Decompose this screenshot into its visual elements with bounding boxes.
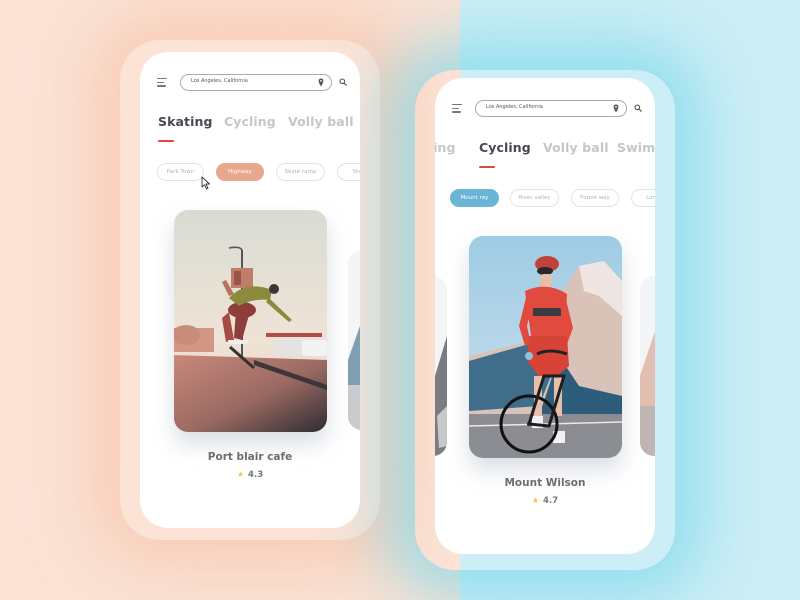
- filter-chips: Park Town Highway Skate ramp Sta: [140, 163, 360, 181]
- skater-photo: [174, 210, 327, 432]
- phone-cycling: Los Angeles, California ting Cycling Vol…: [435, 78, 655, 554]
- next-card-peek[interactable]: [348, 250, 360, 430]
- previous-card-image: [435, 276, 447, 456]
- next-card-image: [640, 276, 655, 456]
- star-icon: ★: [531, 496, 540, 505]
- filter-chips: Mount ray River valley Forest way Lon: [435, 189, 655, 207]
- phone-skating: Los Angeles, California Skating Cycling …: [140, 52, 360, 528]
- next-card-peek[interactable]: [640, 276, 655, 456]
- star-icon: ★: [236, 470, 245, 479]
- cyclist-photo: [469, 236, 622, 458]
- top-bar: Los Angeles, California: [140, 74, 360, 92]
- tab-swimming-partial[interactable]: Swimm: [617, 140, 655, 155]
- location-value: Los Angeles, California: [191, 78, 248, 84]
- menu-icon[interactable]: [452, 104, 462, 113]
- place-card-image[interactable]: [174, 210, 327, 432]
- top-bar: Los Angeles, California: [435, 100, 655, 118]
- location-pin-icon: [318, 78, 324, 87]
- chip-partial[interactable]: Lon: [631, 189, 655, 207]
- chip-highway[interactable]: Highway: [216, 163, 264, 181]
- active-tab-underline: [479, 166, 495, 168]
- location-pin-icon: [613, 104, 619, 113]
- place-title: Mount Wilson: [504, 477, 586, 489]
- rating-value: 4.7: [543, 496, 559, 506]
- place-rating: ★ 4.7: [435, 496, 655, 506]
- tab-cycling[interactable]: Cycling: [479, 140, 531, 155]
- category-tabs: ting Cycling Volly ball Swimm: [435, 140, 655, 160]
- active-tab-underline: [158, 140, 174, 142]
- chip-river-valley[interactable]: River valley: [510, 189, 559, 207]
- location-search-input[interactable]: Los Angeles, California: [475, 100, 627, 117]
- chip-mount-ray[interactable]: Mount ray: [450, 189, 499, 207]
- chip-partial[interactable]: Sta: [337, 163, 360, 181]
- place-rating: ★ 4.3: [140, 470, 360, 480]
- chip-forest-way[interactable]: Forest way: [571, 189, 619, 207]
- mouse-cursor-icon: [201, 176, 210, 190]
- category-tabs: Skating Cycling Volly ball: [140, 114, 360, 134]
- place-title: Port blair cafe: [207, 451, 293, 463]
- search-icon[interactable]: [339, 78, 347, 86]
- rating-value: 4.3: [248, 470, 264, 480]
- chip-park-town[interactable]: Park Town: [157, 163, 204, 181]
- tab-skating[interactable]: Skating: [158, 114, 213, 129]
- tab-skating-partial[interactable]: ting: [435, 140, 456, 155]
- previous-card-peek[interactable]: [435, 276, 447, 456]
- next-card-image: [348, 250, 360, 430]
- location-value: Los Angeles, California: [486, 104, 543, 110]
- menu-icon[interactable]: [157, 78, 167, 87]
- place-card-image[interactable]: [469, 236, 622, 458]
- tab-volly-ball[interactable]: Volly ball: [543, 140, 609, 155]
- chip-skate-ramp[interactable]: Skate ramp: [276, 163, 325, 181]
- location-search-input[interactable]: Los Angeles, California: [180, 74, 332, 91]
- search-icon[interactable]: [634, 104, 642, 112]
- tab-volly-ball[interactable]: Volly ball: [288, 114, 354, 129]
- tab-cycling[interactable]: Cycling: [224, 114, 276, 129]
